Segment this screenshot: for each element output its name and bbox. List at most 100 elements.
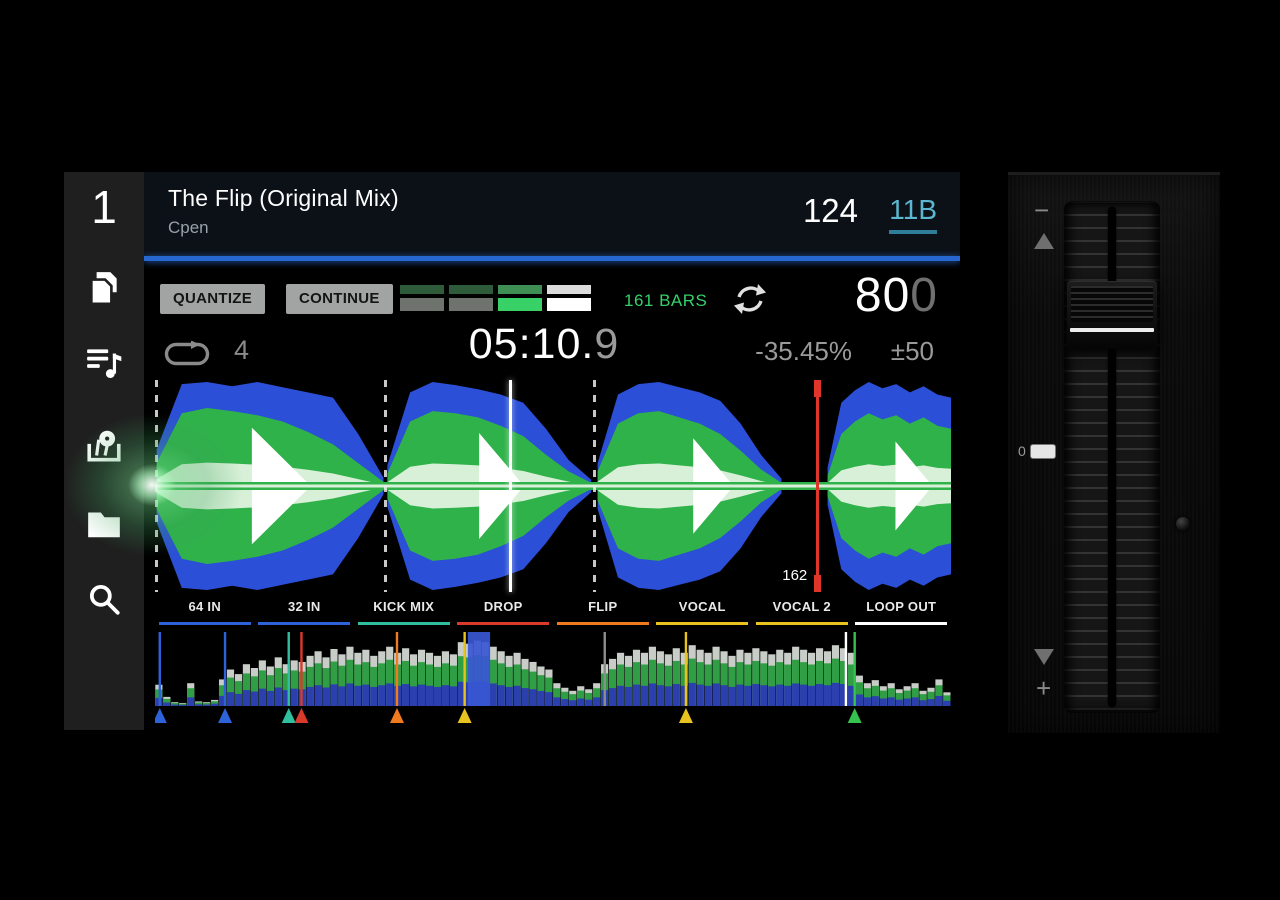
pitch-zero-row: 0 [1018,443,1056,459]
hot-cue-32-in[interactable]: 32 IN [255,596,355,626]
crates-icon [85,452,123,469]
overview-bar [307,687,314,706]
overview-bar [187,697,194,706]
zero-detent-indicator [1030,444,1056,459]
phrase-cell [449,298,493,311]
overview-bar [824,685,831,706]
cue-underline [159,622,251,625]
time-main: 05:10. [469,320,595,368]
overview-bar [514,686,521,706]
hot-cue-loop-out[interactable]: LOOP OUT [852,596,952,626]
pitch-fader-cap[interactable] [1067,281,1157,349]
circular-arrows-icon[interactable] [732,281,768,317]
overview-marker-line [685,632,687,706]
sidebar-item-collection[interactable] [85,269,123,307]
overview-bar [752,684,759,706]
sidebar: 1 [64,172,144,730]
pitch-down-arrow-icon [1034,649,1054,665]
cue-label: VOCAL [653,599,753,614]
overview-bar [728,687,735,706]
phrase-cell [498,298,542,311]
overview-bar [912,697,919,706]
screw [1176,517,1190,531]
loop-icon[interactable] [164,341,210,367]
overview-bar [338,686,345,706]
cue-underline [756,622,848,625]
hot-cue-kick-mix[interactable]: KICK MIX [354,596,454,626]
pitch-up-arrow-icon [1034,233,1054,249]
overview-position-region [468,632,490,706]
overview-bar [760,685,767,706]
overview-marker-line [845,632,847,706]
track-title: The Flip (Original Mix) [168,185,399,212]
hot-cue-vocal[interactable]: VOCAL [653,596,753,626]
sidebar-item-search[interactable] [85,580,123,618]
overview-bar [577,698,584,706]
pitch-zero-label: 0 [1018,443,1026,459]
overview-bar [872,696,879,706]
cue-label: 64 IN [155,599,255,614]
phrase-cell [547,285,591,294]
overview-bar [585,700,592,706]
pitch-fader-track[interactable] [1064,201,1160,713]
waveform-strand-core [155,485,951,488]
overview-bar [251,692,258,706]
overview-bar [888,697,895,706]
overview-bar [689,683,696,706]
overview-bar [490,683,497,706]
overview-marker-line [396,632,398,706]
overview-bar [625,687,632,706]
overview-bar [506,687,513,706]
bars-count: 161 BARS [624,291,707,311]
hot-cue-flip[interactable]: FLIP [553,596,653,626]
quantize-button[interactable]: QUANTIZE [160,284,265,314]
track-key[interactable]: 11B [889,194,937,234]
overview-bar [434,687,441,706]
fader-cap-grip [1071,286,1153,322]
overview-bar [609,688,616,706]
overview-bar [904,698,911,706]
tempo-main: 80 [855,269,910,322]
cue-label: DROP [454,599,554,614]
phrase-cell [498,285,542,294]
hot-cue-drop[interactable]: DROP [454,596,554,626]
playlist-icon [85,368,123,385]
overview-bar [227,692,234,706]
sidebar-item-playlist[interactable] [85,343,123,381]
overview-bar [657,685,664,706]
hot-cue-vocal-2[interactable]: VOCAL 2 [752,596,852,626]
overview-bar [163,703,170,706]
hot-cue-64-in[interactable]: 64 IN [155,596,255,626]
folder-icon [85,529,123,546]
overview-marker-line [224,632,226,706]
main-waveform[interactable]: 162 [155,380,951,592]
continue-button[interactable]: CONTINUE [286,284,393,314]
overview-marker-line [604,632,606,706]
phrase-meter [400,285,591,311]
pitch-percent: -35.45% [755,336,852,367]
overview-bar [736,685,743,706]
overview-waveform[interactable] [155,630,951,726]
phrase-cell [400,298,444,311]
overview-bar [776,685,783,706]
overview-marker-line [300,632,302,706]
cue-label: 32 IN [255,599,355,614]
overview-bar [569,700,576,706]
search-icon [85,605,123,622]
cue-underline [457,622,549,625]
deck-screen: 1 [64,172,960,730]
header-accent-line [144,256,960,261]
overview-bar [537,691,544,706]
deck-number[interactable]: 1 [64,180,144,234]
sidebar-item-crates[interactable] [85,427,123,465]
overview-bar [808,686,815,706]
sidebar-item-files[interactable] [85,504,123,542]
overview-bar [410,686,417,706]
overview-bar [315,685,322,706]
phrase-cell [400,285,444,294]
overview-bar [386,683,393,706]
main-waveform-svg [155,380,951,592]
tempo-frac: 0 [910,269,938,322]
overview-bar [346,683,353,706]
overview-bar [561,699,568,706]
